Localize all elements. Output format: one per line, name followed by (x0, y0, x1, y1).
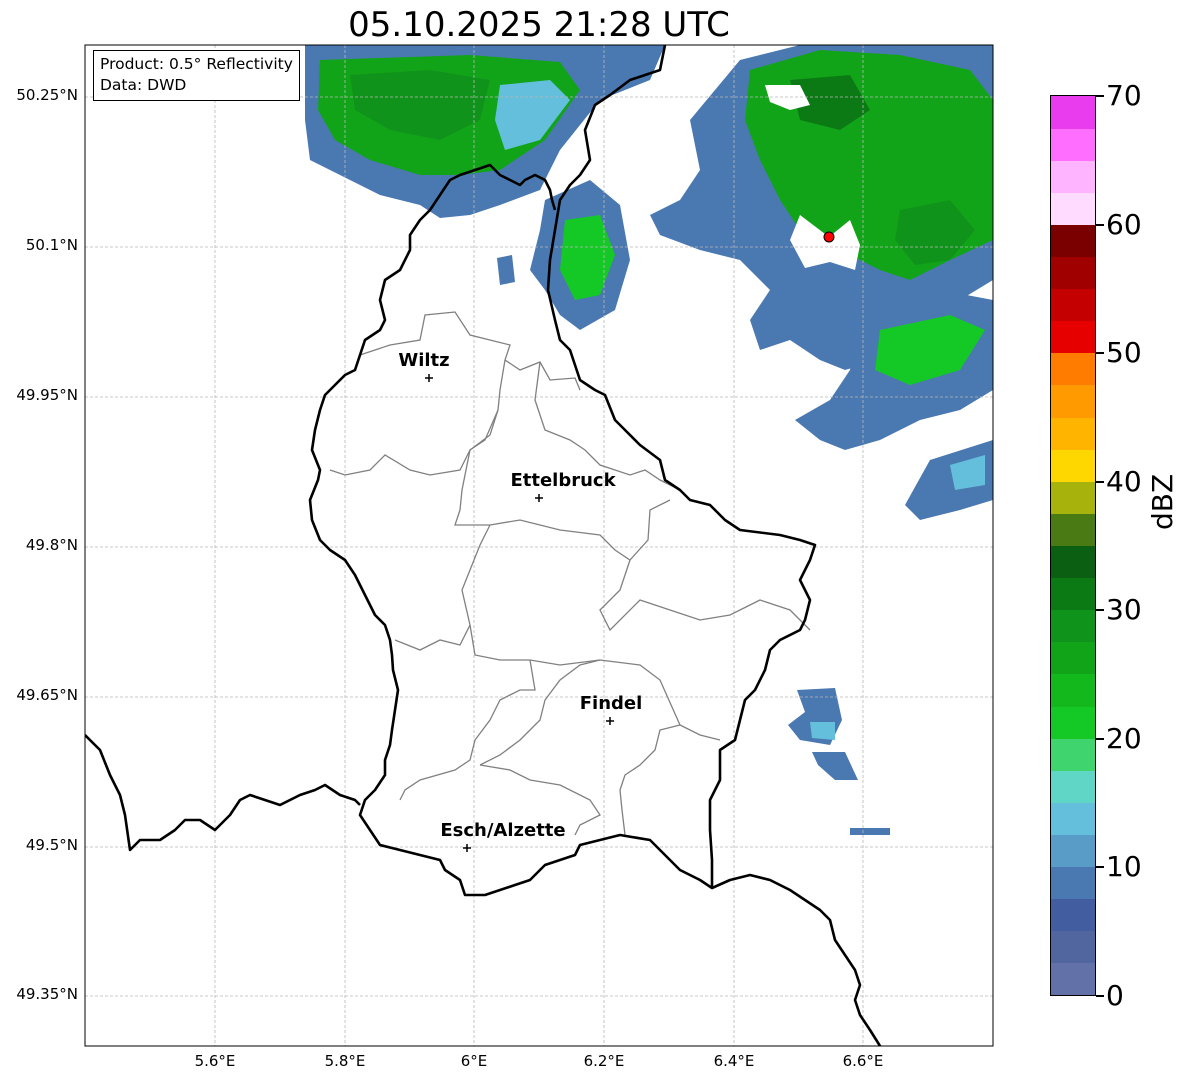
lon-label: 6°E (460, 1052, 488, 1070)
france-belgium-border (85, 734, 361, 852)
colorbar-segment (1051, 320, 1095, 354)
colorbar-tick-label: 60 (1106, 208, 1142, 241)
colorbar-segment (1051, 128, 1095, 161)
city-marker-ettelbruck (535, 494, 543, 502)
colorbar-tick (1096, 95, 1104, 97)
colorbar-tick-label: 50 (1106, 336, 1142, 369)
colorbar-segment (1051, 224, 1095, 258)
colorbar-tick (1096, 995, 1104, 997)
colorbar-tick-label: 70 (1106, 79, 1142, 112)
city-label-wiltz: Wiltz (398, 350, 450, 371)
colorbar-segment (1051, 962, 1095, 996)
lon-label: 6.2°E (583, 1052, 625, 1070)
echo-cell-b (812, 752, 858, 780)
colorbar-segment (1051, 898, 1095, 932)
colorbar-tick (1096, 866, 1104, 868)
colorbar-tick (1096, 352, 1104, 354)
lat-label: 50.25°N (16, 86, 78, 104)
colorbar-tick (1096, 481, 1104, 483)
colorbar-segment (1051, 288, 1095, 322)
colorbar-segment (1051, 384, 1095, 418)
radar-map (84, 44, 994, 1047)
colorbar-tick-label: 40 (1106, 465, 1142, 498)
lon-label: 6.4°E (713, 1052, 755, 1070)
colorbar-segment (1051, 160, 1095, 193)
lat-label: 49.8°N (25, 536, 78, 554)
city-markers (425, 374, 614, 852)
colorbar-tick-label: 30 (1106, 593, 1142, 626)
colorbar-segment (1051, 545, 1095, 579)
city-marker-findel (606, 717, 614, 725)
colorbar-segment (1051, 513, 1095, 546)
colorbar-segment (1051, 770, 1095, 803)
colorbar-segment (1051, 256, 1095, 290)
echo-cell-c (850, 828, 890, 835)
germany-france-border (711, 873, 882, 1046)
canton-borders (329, 311, 811, 836)
colorbar-segment (1051, 417, 1095, 450)
lat-label: 49.35°N (16, 985, 78, 1003)
colorbar-segment (1051, 96, 1095, 129)
city-marker-wiltz (425, 374, 433, 382)
lon-label: 6.6°E (842, 1052, 884, 1070)
lat-label: 50.1°N (25, 236, 78, 254)
colorbar-segment (1051, 706, 1095, 739)
lat-label: 49.65°N (16, 686, 78, 704)
colorbar-tick (1096, 609, 1104, 611)
colorbar-segment (1051, 577, 1095, 611)
colorbar-segment (1051, 673, 1095, 707)
city-marker-esch (463, 844, 471, 852)
lon-label: 5.6°E (194, 1052, 236, 1070)
echo-cell-d (497, 255, 515, 285)
colorbar-segment (1051, 192, 1095, 225)
colorbar-segment (1051, 449, 1095, 482)
colorbar (1050, 95, 1096, 996)
colorbar-unit-label: dBZ (1146, 473, 1179, 530)
colorbar-segment (1051, 738, 1095, 771)
colorbar-segment (1051, 802, 1095, 835)
lat-label: 49.95°N (16, 386, 78, 404)
echo-cell-a-core (810, 722, 835, 740)
colorbar-tick-label: 10 (1106, 850, 1142, 883)
colorbar-segment (1051, 866, 1095, 900)
colorbar-segment (1051, 352, 1095, 386)
colorbar-tick (1096, 224, 1104, 226)
lat-label: 49.5°N (25, 836, 78, 854)
lon-label: 5.8°E (324, 1052, 366, 1070)
colorbar-segment (1051, 481, 1095, 514)
city-label-esch: Esch/Alzette (440, 820, 566, 841)
city-label-ettelbruck: Ettelbruck (510, 470, 616, 491)
radar-echo-layer (305, 45, 993, 835)
colorbar-segment (1051, 641, 1095, 675)
colorbar-segment (1051, 834, 1095, 868)
colorbar-segment (1051, 609, 1095, 643)
data-source-label: Data: DWD (100, 76, 187, 94)
colorbar-segment (1051, 930, 1095, 964)
colorbar-tick-label: 20 (1106, 722, 1142, 755)
product-info-box: Product: 0.5° Reflectivity Data: DWD (93, 50, 300, 101)
colorbar-tick-label: 0 (1106, 979, 1124, 1012)
product-label: Product: 0.5° Reflectivity (100, 55, 293, 73)
colorbar-tick (1096, 738, 1104, 740)
radar-site-marker (823, 231, 835, 243)
city-label-findel: Findel (579, 693, 643, 714)
